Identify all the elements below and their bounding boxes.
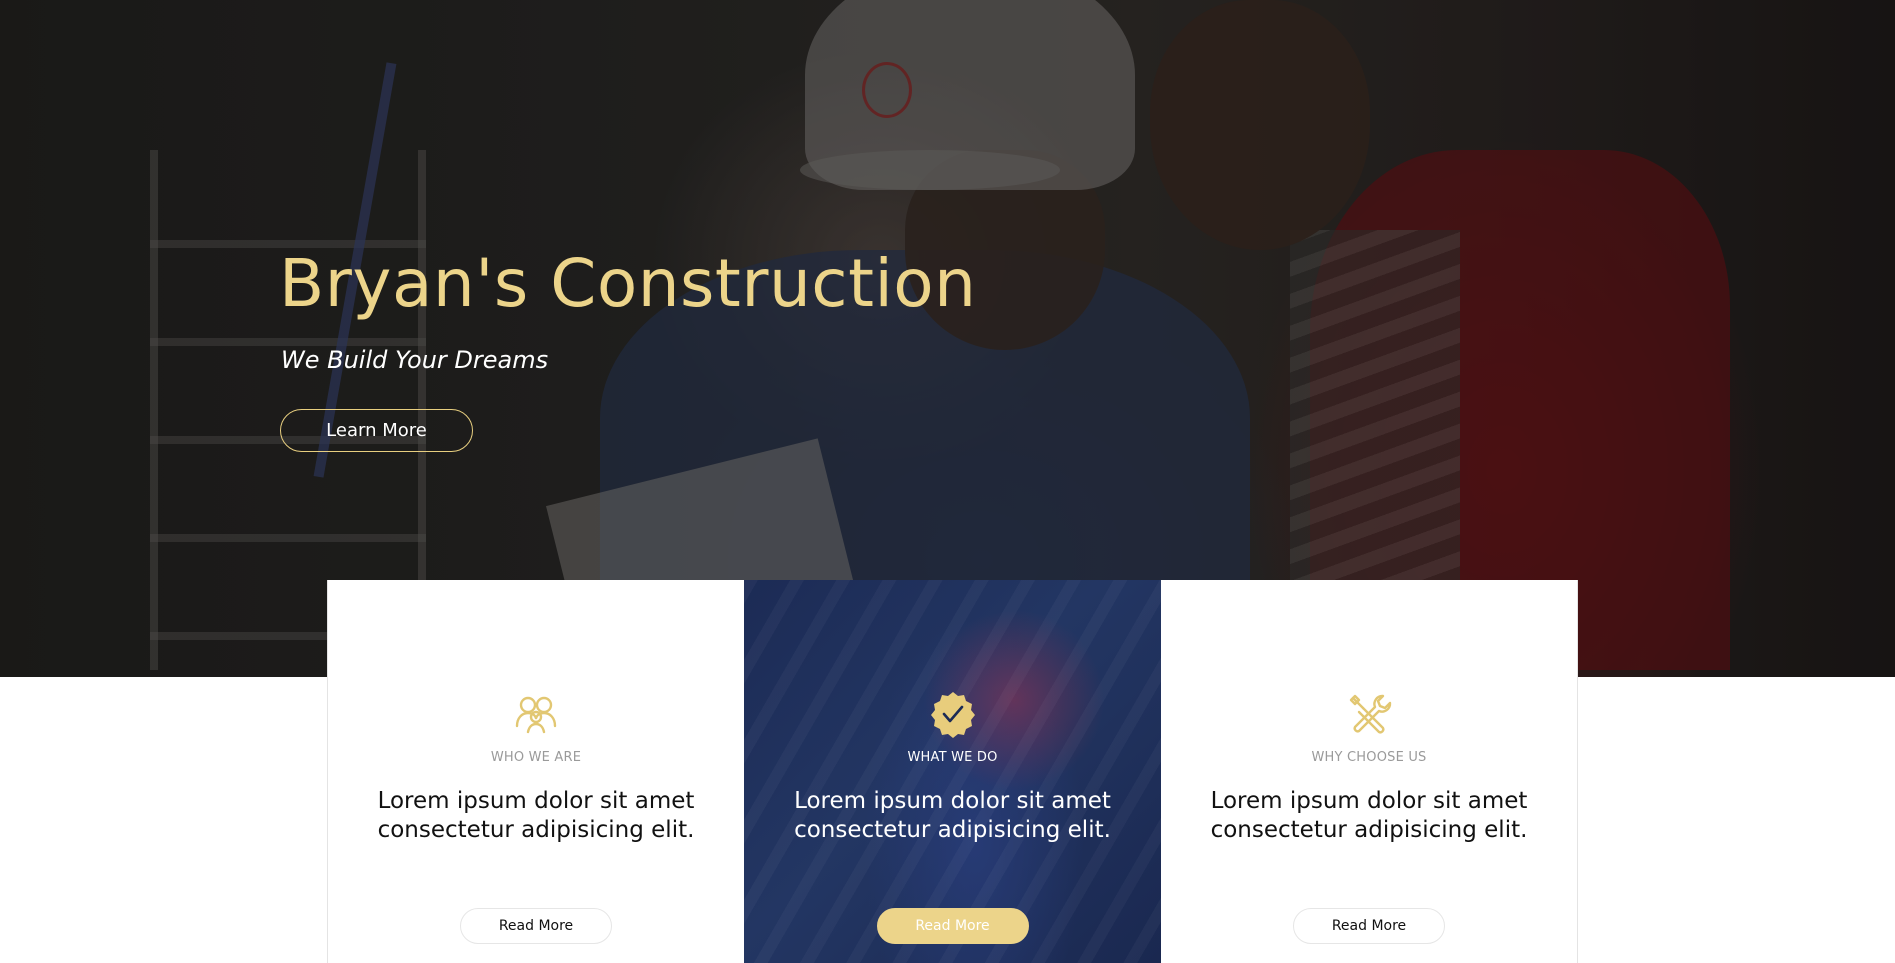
learn-more-button[interactable]: Learn More: [280, 409, 473, 452]
feature-label: WHO WE ARE: [490, 750, 582, 765]
features-section: WHO WE ARE Lorem ipsum dolor sit amet co…: [327, 580, 1578, 963]
hero-tagline: We Build Your Dreams: [281, 346, 549, 374]
people-icon: [512, 690, 560, 738]
tools-icon: [1345, 690, 1393, 738]
hero-title: Bryan's Construction: [279, 245, 977, 322]
feature-text: Lorem ipsum dolor sit amet consectetur a…: [377, 788, 695, 843]
feature-text: Lorem ipsum dolor sit amet consectetur a…: [794, 788, 1111, 843]
hero-overlay: [0, 0, 1895, 677]
feature-label: WHY CHOOSE US: [1311, 750, 1427, 765]
feature-card-why-choose-us: WHY CHOOSE US Lorem ipsum dolor sit amet…: [1161, 580, 1577, 963]
read-more-button[interactable]: Read More: [876, 908, 1029, 944]
feature-card-who-we-are: WHO WE ARE Lorem ipsum dolor sit amet co…: [328, 580, 744, 963]
read-more-button[interactable]: Read More: [1293, 908, 1445, 944]
feature-text: Lorem ipsum dolor sit amet consectetur a…: [1210, 788, 1528, 843]
feature-card-what-we-do: WHAT WE DO Lorem ipsum dolor sit amet co…: [744, 580, 1161, 963]
feature-label: WHAT WE DO: [907, 750, 998, 765]
check-badge-icon: [929, 690, 977, 738]
read-more-button[interactable]: Read More: [460, 908, 612, 944]
hero-section: Bryan's Construction We Build Your Dream…: [0, 0, 1895, 677]
